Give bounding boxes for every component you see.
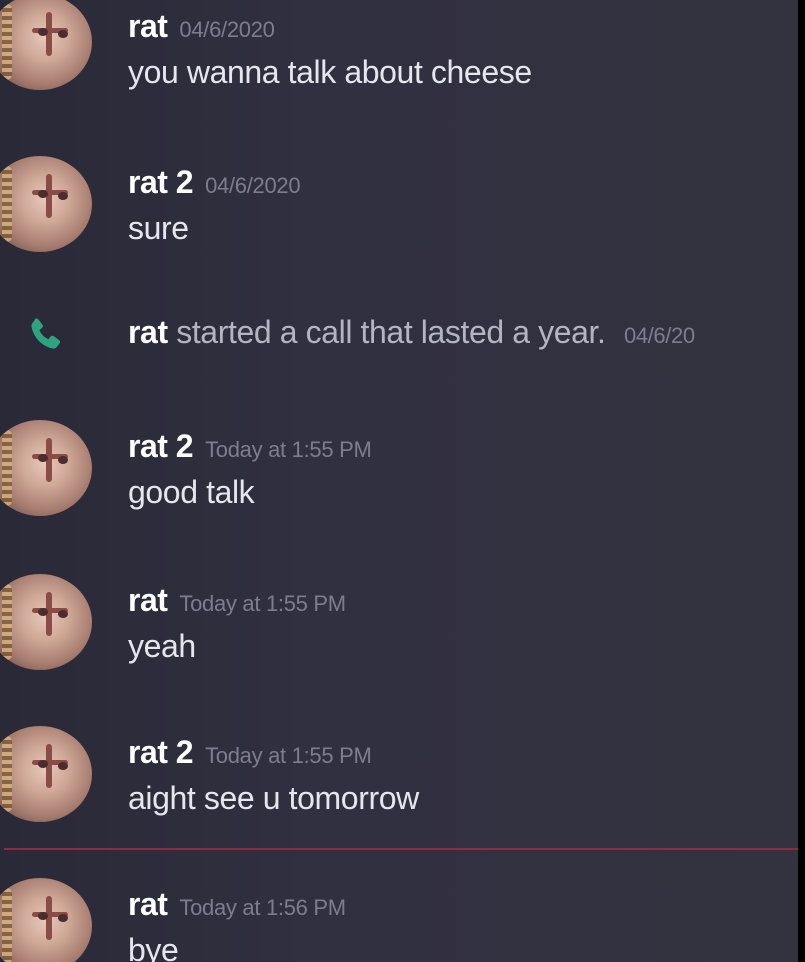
avatar-eye	[38, 608, 48, 616]
chat-window: rat 04/6/2020 you wanna talk about cheese…	[0, 0, 805, 962]
timestamp: 04/6/2020	[205, 173, 301, 198]
call-text: rat started a call that lasted a year. 0…	[128, 314, 695, 351]
avatar-eye	[58, 456, 68, 464]
phone-icon	[31, 318, 61, 349]
avatar-eye	[38, 28, 48, 36]
author-name[interactable]: rat	[128, 582, 168, 618]
message-text: sure	[128, 210, 189, 246]
author-name[interactable]: rat	[128, 8, 168, 44]
message-text: good talk	[128, 474, 255, 510]
timestamp: Today at 1:55 PM	[205, 437, 372, 462]
caller-name[interactable]: rat	[128, 314, 168, 350]
message: rat Today at 1:55 PM yeah	[0, 574, 798, 684]
avatar-whisker	[2, 166, 12, 242]
avatar[interactable]	[0, 574, 92, 670]
timestamp: 04/6/2020	[179, 17, 275, 42]
message-text: aight see u tomorrow	[128, 780, 419, 816]
author-name[interactable]: rat 2	[128, 734, 194, 770]
timestamp: Today at 1:55 PM	[179, 591, 346, 616]
avatar-whisker	[2, 430, 12, 506]
avatar-eye	[38, 454, 48, 462]
message-text: bye	[128, 932, 179, 962]
avatar[interactable]	[0, 0, 92, 90]
avatar-eye	[58, 914, 68, 922]
avatar[interactable]	[0, 420, 92, 516]
avatar-eye	[58, 762, 68, 770]
avatar-eye	[38, 190, 48, 198]
timestamp: Today at 1:55 PM	[205, 743, 372, 768]
call-description: started a call that lasted a year.	[176, 314, 606, 350]
avatar[interactable]	[0, 726, 92, 822]
message-header: rat Today at 1:56 PM	[128, 886, 346, 924]
message-text: yeah	[128, 628, 196, 664]
message-header: rat 2 04/6/2020	[128, 164, 301, 202]
call-system-message: rat started a call that lasted a year. 0…	[0, 306, 798, 362]
message-header: rat 04/6/2020	[128, 8, 275, 46]
message-header: rat 2 Today at 1:55 PM	[128, 428, 372, 466]
avatar-eye	[58, 192, 68, 200]
message-header: rat 2 Today at 1:55 PM	[128, 734, 372, 772]
avatar-whisker	[2, 736, 12, 812]
avatar-eye	[58, 610, 68, 618]
author-name[interactable]: rat	[128, 886, 168, 922]
avatar-whisker	[2, 888, 12, 962]
avatar-whisker	[2, 584, 12, 660]
author-name[interactable]: rat 2	[128, 164, 194, 200]
avatar-whisker	[2, 4, 12, 80]
avatar[interactable]	[0, 878, 92, 962]
new-messages-divider	[4, 848, 798, 850]
message: rat 04/6/2020 you wanna talk about cheese	[0, 0, 798, 110]
avatar-eye	[58, 30, 68, 38]
author-name[interactable]: rat 2	[128, 428, 194, 464]
message: rat 2 04/6/2020 sure	[0, 156, 798, 266]
message: rat 2 Today at 1:55 PM good talk	[0, 420, 798, 530]
message: rat 2 Today at 1:55 PM aight see u tomorr…	[0, 726, 798, 836]
timestamp: Today at 1:56 PM	[179, 895, 346, 920]
avatar-eye	[38, 912, 48, 920]
message-header: rat Today at 1:55 PM	[128, 582, 346, 620]
window-edge	[798, 0, 805, 962]
avatar[interactable]	[0, 156, 92, 252]
avatar-eye	[38, 760, 48, 768]
call-timestamp: 04/6/20	[624, 323, 695, 348]
message: rat Today at 1:56 PM bye	[0, 878, 798, 962]
message-text: you wanna talk about cheese	[128, 54, 532, 90]
